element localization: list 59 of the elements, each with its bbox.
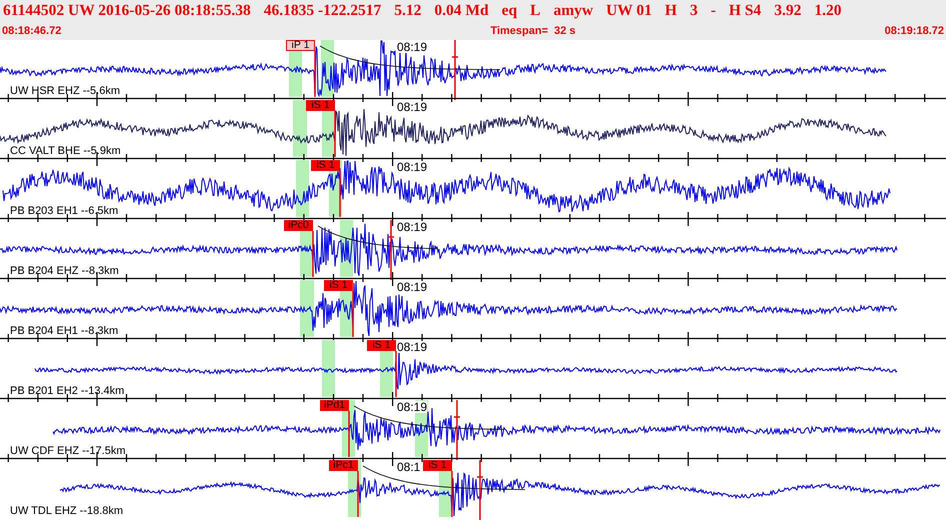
coda-marker — [476, 459, 484, 520]
time-label: 08:19 — [397, 341, 428, 353]
coda-marker — [387, 219, 395, 281]
station-label: UW CDF EHZ --17.5km — [10, 446, 126, 457]
pick-flag[interactable]: iS 1 — [367, 340, 396, 351]
event-summary-field: H — [664, 2, 677, 23]
pick-line — [339, 171, 341, 217]
time-label: 08:19 — [397, 101, 428, 113]
pick-flag[interactable]: iPd1 — [320, 400, 349, 411]
time-label: 08:19 — [397, 401, 428, 413]
pick-flag[interactable]: iPc0 — [284, 220, 313, 231]
pick-line — [357, 471, 359, 517]
station-label: CC VALT BHE --5.9km — [10, 146, 121, 157]
pick-window-band — [296, 160, 309, 217]
event-summary-field: amyw — [553, 2, 594, 23]
event-summary-field: 46.1835 -122.2517 — [264, 2, 382, 23]
station-label: PB B201 EH2 --13.4km — [10, 386, 124, 397]
pick-flag[interactable]: iPc1 — [329, 460, 358, 471]
coda-marker — [451, 39, 459, 101]
station-label: PB B204 EHZ --8.3km — [10, 266, 119, 277]
station-label: UW TDL EHZ --18.8km — [10, 506, 124, 517]
pick-flag[interactable]: iP 1 — [286, 40, 315, 51]
event-summary-field: 0.04 Md — [434, 2, 489, 23]
pick-window-band — [300, 280, 314, 337]
time-label: 08:19 — [397, 221, 428, 233]
station-label: PB B203 EH1 --6.5km — [10, 206, 118, 217]
time-label: 08:19 — [397, 281, 428, 293]
pick-window-band — [322, 340, 335, 397]
pick-flag[interactable]: iS 1 — [423, 460, 452, 471]
station-label: UW HSR EHZ --5.6km — [10, 86, 120, 97]
pick-flag[interactable]: iS 1 — [306, 100, 335, 111]
time-label: 08:1 — [397, 461, 420, 473]
pick-line — [451, 471, 453, 517]
station-label: PB B204 EH1 --8.3km — [10, 326, 118, 337]
pick-flag[interactable]: iS 1 — [324, 280, 353, 291]
pick-line — [312, 231, 314, 277]
event-summary-field: 5.12 — [394, 2, 422, 23]
pick-line — [348, 411, 350, 457]
event-summary-field: - — [710, 2, 716, 23]
timespan-label: Timespan= 32 s — [490, 25, 576, 37]
event-summary-field: H S4 — [728, 2, 762, 23]
event-summary-field: UW 01 — [606, 2, 652, 23]
pick-window-band — [293, 100, 307, 157]
pick-flag[interactable]: iS 1 — [311, 160, 340, 171]
event-summary-field: 61144502 UW 2016-05-26 08:18:55.38 — [3, 2, 251, 23]
pick-line — [352, 291, 354, 337]
pick-line — [334, 111, 336, 157]
start-time: 08:18:46.72 — [2, 25, 62, 37]
end-time: 08:19:18.72 — [884, 25, 944, 37]
event-summary-field: 3 — [690, 2, 698, 23]
pick-line — [395, 351, 397, 397]
pick-line — [314, 51, 316, 97]
event-summary-field: 3.92 — [774, 2, 802, 23]
event-summary-field: eq — [502, 2, 518, 23]
coda-marker — [453, 399, 461, 461]
time-label: 08:19 — [397, 161, 428, 173]
event-summary-field: L — [530, 2, 540, 23]
event-summary-field: 1.20 — [814, 2, 842, 23]
time-label: 08:19 — [397, 41, 428, 53]
